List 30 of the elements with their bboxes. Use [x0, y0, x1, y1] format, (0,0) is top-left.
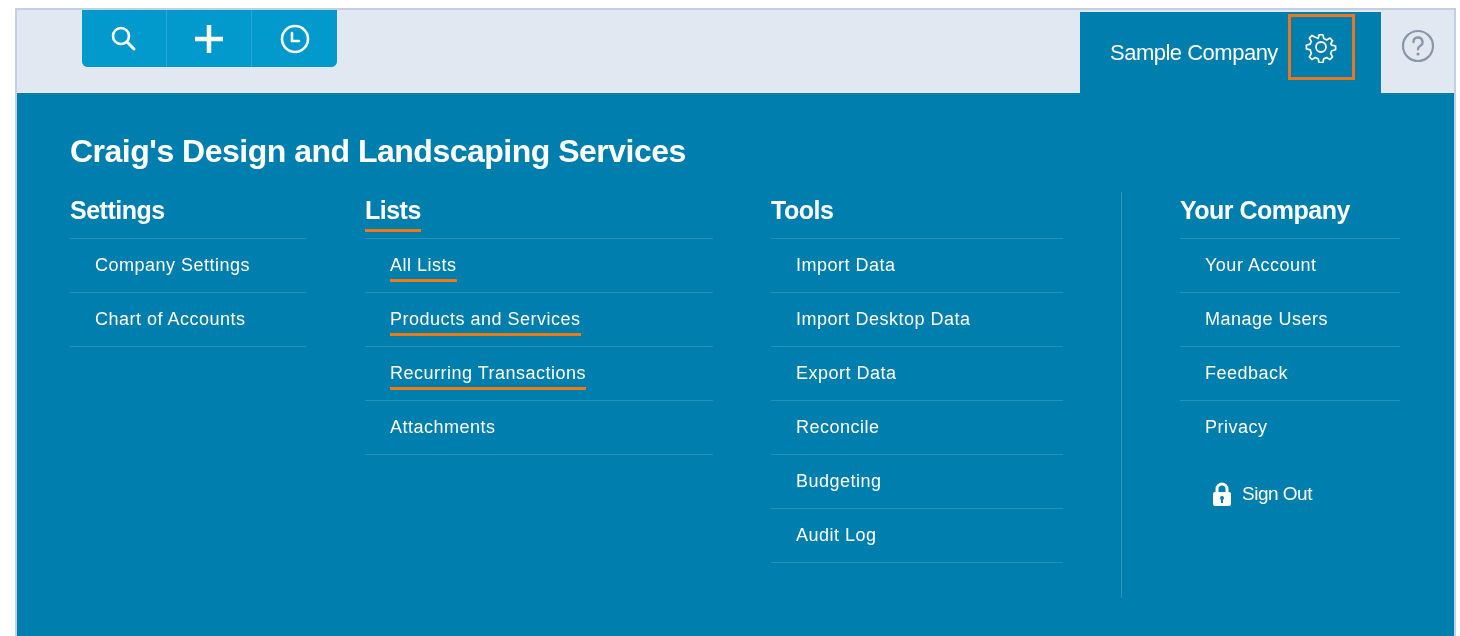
clock-icon [278, 22, 311, 55]
help-icon [1400, 28, 1435, 63]
menu-link[interactable]: Chart of Accounts [95, 306, 246, 336]
menu-link[interactable]: Feedback [1205, 360, 1289, 390]
menu-link[interactable]: Export Data [796, 360, 897, 390]
sign-out-link[interactable]: Sign Out [1212, 482, 1312, 506]
menu-link[interactable]: All Lists [390, 252, 457, 282]
section-heading: Lists [365, 196, 421, 232]
company-name: Sample Company [1110, 39, 1278, 66]
menu-link[interactable]: Products and Services [390, 306, 581, 336]
menu-link[interactable]: Import Desktop Data [796, 306, 971, 336]
search-button[interactable] [82, 10, 167, 67]
settings-button[interactable] [1287, 13, 1355, 80]
section-heading: Your Company [1180, 196, 1350, 226]
company-title: Craig's Design and Landscaping Services [70, 133, 687, 170]
menu-link[interactable]: Attachments [390, 414, 496, 444]
menu-link[interactable]: Your Account [1205, 252, 1317, 282]
menu-link[interactable]: Company Settings [95, 252, 251, 282]
section-heading: Tools [771, 196, 834, 226]
section-heading: Settings [70, 196, 165, 226]
menu-link[interactable]: Budgeting [796, 468, 882, 498]
menu-link[interactable]: Reconcile [796, 414, 880, 444]
menu-link[interactable]: Recurring Transactions [390, 360, 587, 390]
menu-link[interactable]: Privacy [1205, 414, 1268, 444]
company-tab[interactable]: Sample Company [1080, 12, 1381, 93]
lock-icon [1212, 482, 1232, 506]
menu-link[interactable]: Import Data [796, 252, 896, 282]
menu-link[interactable]: Audit Log [796, 522, 877, 552]
plus-icon [193, 22, 225, 55]
menu-link[interactable]: Manage Users [1205, 306, 1329, 336]
